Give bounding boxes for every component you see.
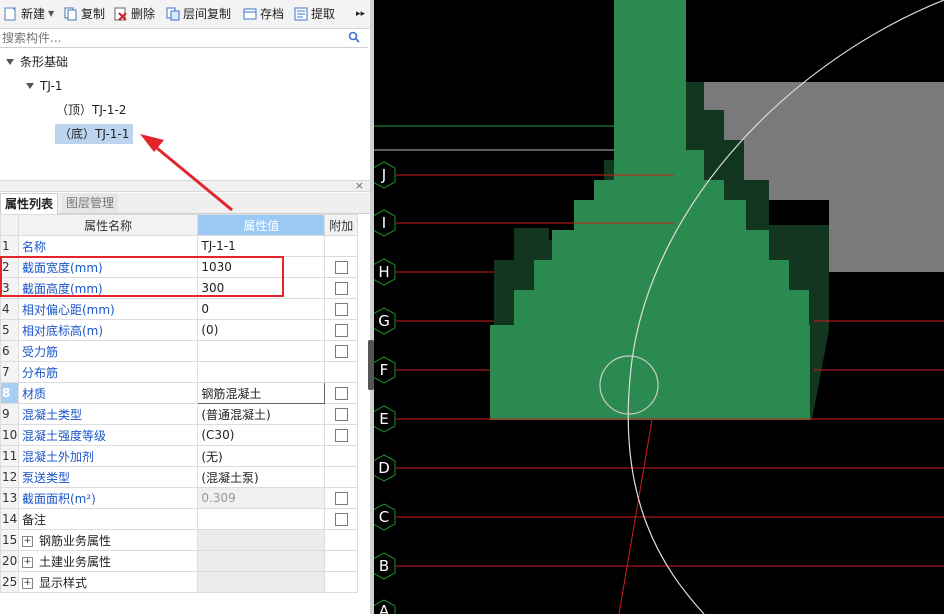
svg-text:F: F (380, 361, 389, 379)
table-row[interactable]: 7 分布筋 (0, 361, 358, 383)
expand-arrow-icon[interactable] (26, 83, 34, 89)
extra-checkbox[interactable] (334, 513, 348, 526)
table-row-group[interactable]: 20 + 土建业务属性 (0, 550, 358, 572)
archive-icon (243, 7, 257, 21)
component-search (0, 29, 368, 48)
copy-label: 复制 (81, 7, 106, 21)
value-cell-readonly: 0.309 (197, 487, 326, 509)
tree-node-strip-footing[interactable]: 条形基础 (6, 52, 68, 72)
value-cell[interactable]: (无) (197, 445, 326, 467)
table-row[interactable]: 6 受力筋 (0, 340, 358, 362)
table-row[interactable]: 9 混凝土类型 (普通混凝土) (0, 403, 358, 425)
delete-button[interactable]: 删除 (114, 4, 155, 24)
expand-arrow-icon[interactable] (6, 59, 14, 65)
extra-checkbox[interactable] (334, 429, 348, 442)
svg-text:B: B (379, 557, 389, 575)
value-cell[interactable] (197, 361, 326, 383)
svg-text:H: H (378, 263, 389, 281)
svg-text:I: I (382, 214, 386, 232)
value-cell[interactable]: (0) (197, 319, 326, 341)
tree-node-label: （顶）TJ-1-2 (56, 103, 127, 117)
table-row-group[interactable]: 25 + 显示样式 (0, 571, 358, 593)
new-label: 新建 (21, 7, 46, 21)
save-button[interactable]: 存档 (243, 4, 284, 24)
close-icon[interactable]: × (355, 179, 364, 192)
svg-text:D: D (378, 459, 390, 477)
material-edit-box[interactable]: 钢筋混凝土 (197, 382, 326, 404)
chevron-down-icon: ▼ (48, 9, 55, 18)
extra-checkbox[interactable] (334, 261, 348, 274)
extra-checkbox[interactable] (334, 387, 348, 400)
extra-checkbox[interactable] (334, 345, 348, 358)
tree-node-tj-1-1[interactable]: （底）TJ-1-1 (55, 124, 134, 144)
expand-plus-icon[interactable]: + (21, 577, 33, 589)
new-icon (4, 7, 18, 21)
extra-checkbox[interactable] (334, 324, 348, 337)
header-extra: 附加 (324, 214, 358, 236)
tree-node-tj-1[interactable]: TJ-1 (26, 76, 62, 96)
highlight-box (0, 256, 284, 297)
value-cell[interactable] (197, 340, 326, 362)
component-toolbar: 新建 ▼ 复制 删除 层间复制 存档 提取 ▸▸ (0, 0, 370, 29)
floor-copy-icon (166, 7, 180, 21)
extra-checkbox[interactable] (334, 282, 348, 295)
search-input[interactable] (0, 29, 342, 47)
tree-node-tj-1-2[interactable]: （顶）TJ-1-2 (56, 100, 126, 120)
extract-label: 提取 (311, 7, 336, 21)
svg-text:A: A (379, 602, 390, 614)
model-viewport[interactable]: J I H G F E D C B A (374, 0, 944, 614)
extra-checkbox[interactable] (334, 408, 348, 421)
value-cell[interactable]: (C30) (197, 424, 326, 446)
search-icon[interactable] (348, 31, 360, 46)
table-row[interactable]: 12 泵送类型 (混凝土泵) (0, 466, 358, 488)
value-cell[interactable] (197, 508, 326, 530)
new-button[interactable]: 新建 ▼ (4, 4, 54, 24)
expand-plus-icon[interactable]: + (21, 556, 33, 568)
tree-node-label: TJ-1 (40, 79, 63, 93)
copy-button[interactable]: 复制 (64, 4, 105, 24)
table-row-current[interactable]: 8 材质 钢筋混凝土 (0, 382, 358, 404)
save-label: 存档 (260, 7, 285, 21)
tab-layer-management[interactable]: 图层管理 (62, 193, 119, 213)
svg-text:G: G (378, 312, 390, 330)
table-row[interactable]: 4 相对偏心距(mm) 0 (0, 298, 358, 320)
header-property-value: 属性值 (197, 214, 326, 236)
table-row[interactable]: 11 混凝土外加剂 (无) (0, 445, 358, 467)
table-row[interactable]: 10 混凝土强度等级 (C30) (0, 424, 358, 446)
more-label: ▸▸ (356, 9, 366, 19)
extract-button[interactable]: 提取 (294, 4, 335, 24)
table-row[interactable]: 13 截面面积(m²) 0.309 (0, 487, 358, 509)
value-cell[interactable]: (普通混凝土) (197, 403, 326, 425)
grid-corner (0, 214, 19, 236)
value-cell[interactable]: TJ-1-1 (197, 235, 326, 257)
table-row[interactable]: 1 名称 TJ-1-1 (0, 235, 358, 257)
tab-property-list[interactable]: 属性列表 (0, 193, 59, 214)
component-tree: 条形基础 TJ-1 （顶）TJ-1-2 （底）TJ-1-1 (0, 48, 368, 176)
tree-node-label: 条形基础 (20, 55, 69, 69)
floor-copy-button[interactable]: 层间复制 (166, 4, 231, 24)
svg-text:J: J (381, 166, 386, 184)
svg-text:C: C (379, 508, 389, 526)
svg-text:E: E (379, 410, 388, 428)
header-property-name: 属性名称 (17, 214, 199, 236)
table-row-group[interactable]: 15 + 钢筋业务属性 (0, 529, 358, 551)
value-cell[interactable]: (混凝土泵) (197, 466, 326, 488)
extract-icon (294, 7, 308, 21)
table-row[interactable]: 5 相对底标高(m) (0) (0, 319, 358, 341)
copy-icon (64, 7, 78, 21)
floor-copy-label: 层间复制 (183, 7, 232, 21)
extra-checkbox[interactable] (334, 492, 348, 505)
extra-checkbox[interactable] (334, 303, 348, 316)
tree-node-label-selected: （底）TJ-1-1 (55, 124, 134, 144)
left-panel: 新建 ▼ 复制 删除 层间复制 存档 提取 ▸▸ 搜索构件... 条形基础 TJ… (0, 0, 370, 614)
delete-icon (114, 7, 128, 21)
panel-divider[interactable]: × (0, 179, 370, 192)
delete-label: 删除 (131, 7, 156, 21)
table-row[interactable]: 14 备注 (0, 508, 358, 530)
expand-plus-icon[interactable]: + (21, 535, 33, 547)
value-cell[interactable]: 0 (197, 298, 326, 320)
more-tools-button[interactable]: ▸▸ (356, 4, 365, 24)
property-tabs: 属性列表 图层管理 (0, 193, 370, 214)
